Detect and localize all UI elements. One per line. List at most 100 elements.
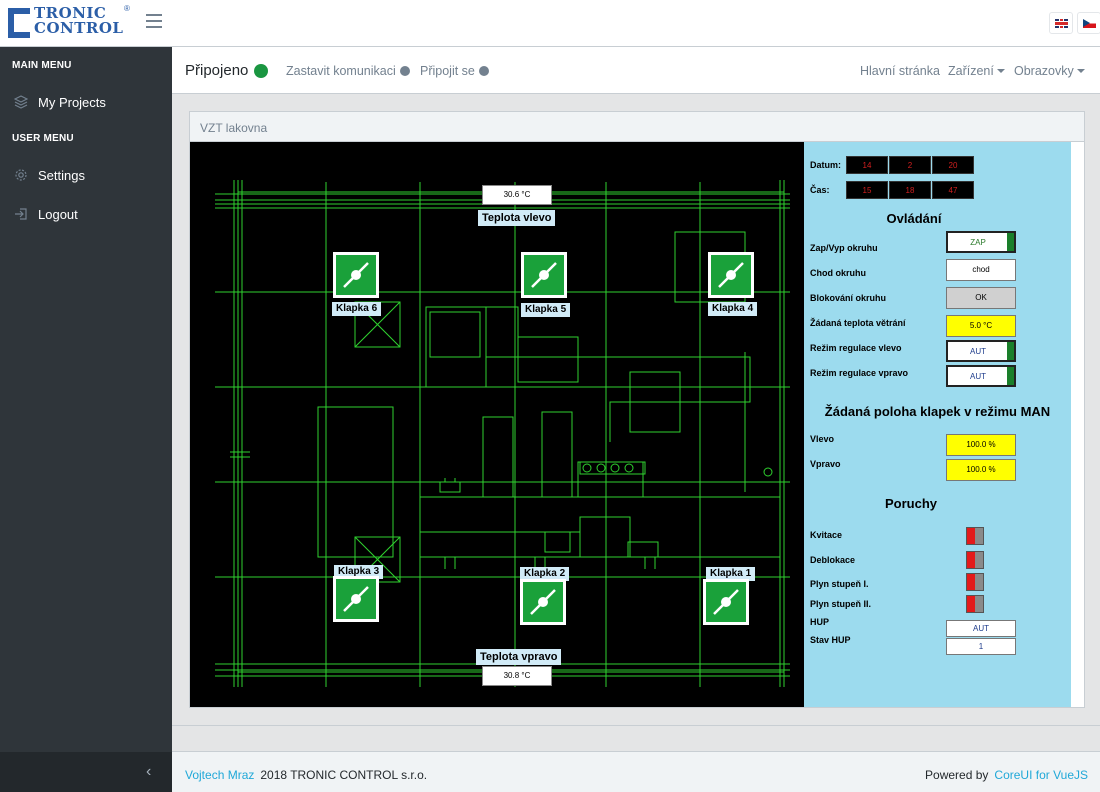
control-label: Žádaná teplota větrání [810, 318, 906, 328]
vzt-card: VZT lakovna 30.6 °C Teplota vlevo Teplot… [189, 111, 1085, 708]
valve-5-button[interactable] [521, 252, 567, 298]
damper-icon [713, 589, 739, 615]
language-cz-button[interactable] [1077, 12, 1100, 34]
sidebar-item-label: Settings [38, 168, 85, 183]
control-label: Režim regulace vlevo [810, 343, 902, 353]
nav-screens-dropdown[interactable]: Obrazovky [1014, 64, 1085, 78]
sidebar-item-label: Logout [38, 207, 78, 222]
valve-2-button[interactable] [520, 579, 566, 625]
sidebar-item-label: My Projects [38, 95, 106, 110]
date-label: Datum: [810, 160, 841, 170]
stav-hup-value: 1 [946, 638, 1016, 655]
circuit-block-value: OK [946, 287, 1016, 309]
hup-label: HUP [810, 617, 830, 627]
time-label: Čas: [810, 185, 830, 195]
tronic-control-logo[interactable]: TRONIC CONTROL ® [8, 4, 130, 40]
logout-icon [14, 207, 28, 221]
valve-3-button[interactable] [333, 576, 379, 622]
fault-ack-button[interactable] [966, 527, 984, 545]
damper-icon [343, 262, 369, 288]
fault-gas-stage2-indicator [966, 595, 984, 613]
panel-margin [1071, 142, 1084, 707]
setpoint-temperature-input[interactable]: 5.0 °C [946, 315, 1016, 337]
man-label-right: Vpravo [810, 459, 841, 469]
valve-6-button[interactable] [333, 252, 379, 298]
damper-icon [343, 586, 369, 612]
footer-left: Vojtech Mraz 2018 TRONIC CONTROL s.r.o. [185, 768, 427, 782]
app-header: TRONIC CONTROL ® [0, 0, 1100, 47]
temp-left-value: 30.6 °C [482, 185, 552, 205]
valve-1-button[interactable] [703, 579, 749, 625]
logo-text: TRONIC CONTROL [34, 6, 123, 36]
date-year: 20 [932, 156, 974, 174]
nav-home[interactable]: Hlavní stránka [860, 64, 940, 78]
fault-label: Deblokace [810, 555, 856, 565]
bottom-strip [172, 725, 1100, 751]
nav-devices-dropdown[interactable]: Zařízení [948, 64, 1005, 78]
regulation-left-toggle[interactable]: AUT [946, 340, 1016, 362]
app-footer: Vojtech Mraz 2018 TRONIC CONTROL s.r.o. P… [172, 751, 1100, 792]
language-en-button[interactable] [1049, 12, 1073, 34]
footer-right: Powered by CoreUI for VueJS [925, 768, 1088, 782]
regulation-right-toggle[interactable]: AUT [946, 365, 1016, 387]
chevron-left-icon: ‹ [146, 763, 152, 780]
damper-icon [531, 262, 557, 288]
stav-hup-label: Stav HUP [810, 635, 851, 645]
fault-unblock-button[interactable] [966, 551, 984, 569]
author-link[interactable]: Vojtech Mraz [185, 768, 254, 782]
hamburger-menu-icon[interactable] [146, 14, 162, 28]
connected-status-dot-icon [254, 64, 268, 78]
control-label: Režim regulace vpravo [810, 368, 909, 378]
stop-communication-link[interactable]: Zastavit komunikaci [286, 64, 410, 78]
temp-right-label: Teplota vpravo [476, 649, 562, 665]
connect-label: Připojit se [420, 64, 475, 78]
fault-label: Plyn stupeň II. [810, 599, 872, 609]
powered-by-text: Powered by [925, 768, 989, 782]
sidebar-item-logout[interactable]: Logout [0, 199, 172, 229]
connection-bar: Připojeno Zastavit komunikaci Připojit s… [172, 47, 1100, 94]
sidebar-minimizer[interactable]: ‹ [0, 752, 172, 792]
hup-value[interactable]: AUT [946, 620, 1016, 637]
date-month: 2 [889, 156, 931, 174]
fault-gas-stage1-indicator [966, 573, 984, 591]
regulation-left-value: AUT [970, 347, 986, 356]
man-right-input[interactable]: 100.0 % [946, 459, 1016, 481]
user-menu-title: USER MENU [12, 133, 74, 144]
nav-devices-label: Zařízení [948, 64, 994, 78]
play-circle-icon [478, 66, 489, 76]
connection-status: Připojeno [185, 62, 249, 79]
gear-icon [14, 168, 28, 182]
coreui-link[interactable]: CoreUI for VueJS [994, 768, 1088, 782]
time-minute: 18 [889, 181, 931, 199]
sidebar-item-settings[interactable]: Settings [0, 160, 172, 190]
circuit-onoff-toggle[interactable]: ZAP [946, 231, 1016, 253]
sidebar: MAIN MENU My Projects USER MENU Settings… [0, 47, 172, 792]
card-header: VZT lakovna [190, 112, 1084, 142]
faults-section-title: Poruchy [884, 496, 937, 511]
fault-label: Kvitace [810, 530, 843, 540]
time-display: 15 18 47 [846, 181, 976, 199]
date-display: 14 2 20 [846, 156, 976, 174]
control-label: Zap/Vyp okruhu [810, 243, 878, 253]
connect-link[interactable]: Připojit se [420, 64, 489, 78]
cz-flag-icon [1083, 19, 1096, 28]
copyright-text: 2018 TRONIC CONTROL s.r.o. [260, 768, 428, 782]
valve-4-label: Klapka 4 [708, 302, 758, 316]
floor-plan: 30.6 °C Teplota vlevo Teplota vpravo 30.… [190, 142, 804, 707]
time-hour: 15 [846, 181, 888, 199]
sidebar-item-my-projects[interactable]: My Projects [0, 87, 172, 117]
control-label: Chod okruhu [810, 268, 866, 278]
nav-screens-label: Obrazovky [1014, 64, 1074, 78]
circuit-run-value: chod [946, 259, 1016, 281]
card-title: VZT lakovna [200, 121, 268, 135]
fault-label: Plyn stupeň I. [810, 579, 869, 589]
control-section-title: Ovládání [886, 211, 942, 226]
logo-registered-mark: ® [124, 4, 130, 13]
main-menu-title: MAIN MENU [12, 60, 72, 71]
valve-4-button[interactable] [708, 252, 754, 298]
man-left-input[interactable]: 100.0 % [946, 434, 1016, 456]
layers-icon [13, 95, 29, 109]
temp-right-value: 30.8 °C [482, 666, 552, 686]
logo-mark-icon [8, 8, 30, 38]
stop-circle-icon [399, 66, 410, 76]
